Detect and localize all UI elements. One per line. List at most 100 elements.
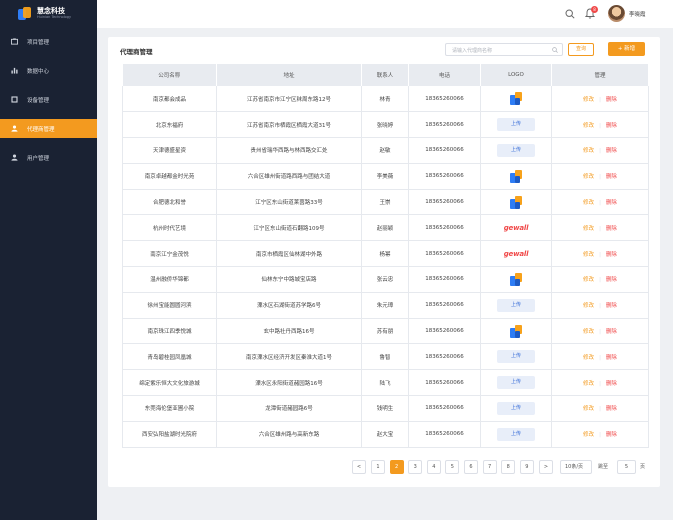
cell-logo (480, 189, 552, 216)
sidebar-item-projects[interactable]: 项目管理 (0, 32, 97, 51)
cell-actions: 修改 | 删除 (551, 369, 649, 397)
upload-logo-button[interactable]: 上传 (497, 401, 535, 415)
edit-link[interactable]: 修改 (583, 252, 594, 258)
edit-link[interactable]: 修改 (583, 381, 594, 387)
page-button-6[interactable]: 6 (464, 460, 478, 474)
cell-company: 温州融侨华锦都 (122, 266, 217, 293)
cell-company: 徐州宝能圆圆河滨 (122, 292, 217, 319)
cell-company: 南京珠江四季悦城 (122, 318, 217, 345)
delete-link[interactable]: 删除 (606, 432, 617, 438)
query-button[interactable]: 查询 (568, 43, 594, 56)
avatar[interactable] (608, 5, 625, 22)
page-button-1[interactable]: 1 (371, 460, 385, 474)
cell-address: 江苏省南京市栖霞区栖霞大道31号 (216, 111, 362, 139)
column-header-actions: 管理 (551, 64, 649, 86)
page-button-3[interactable]: 3 (408, 460, 423, 474)
upload-logo-button[interactable]: 上传 (497, 143, 535, 157)
cell-phone: 18365260066 (408, 137, 481, 164)
sidebar-item-users[interactable]: 用户管理 (0, 148, 97, 167)
edit-link[interactable]: 修改 (583, 355, 594, 361)
edit-link[interactable]: 修改 (583, 277, 594, 283)
cell-contact: 钱明生 (361, 395, 409, 422)
cell-contact: 王崇 (361, 189, 409, 216)
delete-link[interactable]: 删除 (606, 277, 617, 283)
search-icon[interactable] (565, 9, 575, 19)
app-logo[interactable]: 慧念科技 Huinian Technology (0, 0, 97, 28)
sidebar: 慧念科技 Huinian Technology 项目管理 数据中心 设备管理 代… (0, 0, 97, 520)
edit-link[interactable]: 修改 (583, 200, 594, 206)
cell-phone: 18365260066 (408, 163, 481, 190)
delete-link[interactable]: 删除 (606, 123, 617, 129)
page-button-8[interactable]: 8 (501, 460, 516, 474)
upload-logo-button[interactable]: 上传 (497, 376, 535, 390)
search-placeholder: 请输入代理商名称 (452, 48, 493, 54)
company-logo-image: gewall (503, 249, 529, 258)
edit-link[interactable]: 修改 (583, 329, 594, 335)
edit-link[interactable]: 修改 (583, 148, 594, 154)
edit-link[interactable]: 修改 (583, 303, 594, 309)
sidebar-item-devices[interactable]: 设备管理 (0, 90, 97, 109)
page-button-4[interactable]: 4 (426, 460, 441, 474)
app-subtitle: Huinian Technology (37, 15, 72, 20)
jump-input[interactable]: 5 (617, 460, 636, 474)
cell-contact: 杨幂 (361, 240, 409, 268)
cell-actions: 修改 | 删除 (551, 137, 649, 164)
upload-logo-button[interactable]: 上传 (497, 298, 535, 312)
cell-address: 六合区雄州路与高新东路 (216, 421, 362, 448)
edit-link[interactable]: 修改 (583, 123, 594, 129)
delete-link[interactable]: 删除 (606, 97, 617, 103)
column-header-contact: 联系人 (361, 64, 409, 86)
page-button-9[interactable]: 9 (519, 460, 534, 474)
cell-phone: 18365260066 (408, 189, 481, 216)
delete-link[interactable]: 删除 (606, 148, 617, 154)
next-page-button[interactable]: > (539, 460, 553, 474)
delete-link[interactable]: 删除 (606, 329, 617, 335)
cell-phone: 18365260066 (408, 318, 481, 345)
cell-actions: 修改 | 删除 (551, 318, 649, 345)
delete-link[interactable]: 删除 (606, 252, 617, 258)
delete-link[interactable]: 删除 (606, 200, 617, 206)
page-button-5[interactable]: 5 (445, 460, 460, 474)
cell-address: 龙潭街道赭园路6号 (216, 395, 362, 422)
delete-link[interactable]: 删除 (606, 381, 617, 387)
notification-badge: 8 (591, 6, 598, 13)
edit-link[interactable]: 修改 (583, 174, 594, 180)
pagination: < 10条/页 跳至 5 页 1 2 3 4 5 6 7 8 9 > (108, 460, 660, 474)
upload-logo-button[interactable]: 上传 (497, 427, 535, 441)
edit-link[interactable]: 修改 (583, 97, 594, 103)
add-agent-button[interactable]: + 新增 (608, 42, 645, 56)
cell-logo: gewall (480, 214, 552, 242)
delete-link[interactable]: 删除 (606, 174, 617, 180)
upload-logo-button[interactable]: 上传 (497, 350, 535, 364)
delete-link[interactable]: 删除 (606, 226, 617, 232)
company-logo-icon (509, 169, 523, 183)
page-title: 代理商管理 (120, 48, 153, 56)
sidebar-item-data-center[interactable]: 数据中心 (0, 61, 97, 80)
edit-link[interactable]: 修改 (583, 406, 594, 412)
edit-link[interactable]: 修改 (583, 432, 594, 438)
cell-phone: 18365260066 (408, 86, 481, 113)
edit-link[interactable]: 修改 (583, 226, 594, 232)
cell-contact: 赵丽颖 (361, 214, 409, 242)
page-size-select[interactable]: 10条/页 (560, 460, 592, 474)
prev-page-button[interactable]: < (352, 460, 366, 474)
sidebar-item-agents[interactable]: 代理商管理 (0, 119, 97, 138)
company-logo-icon (509, 272, 523, 286)
delete-link[interactable]: 删除 (606, 303, 617, 309)
cell-address: 玄中路社丹西路16号 (216, 318, 362, 345)
cell-contact: 朱元璋 (361, 292, 409, 319)
cell-address: 南京市栖霞区仙林湖中外路 (216, 240, 362, 268)
cell-address: 江宁区东山街道石翻路109号 (216, 214, 362, 242)
delete-link[interactable]: 删除 (606, 355, 617, 361)
cell-contact: 鲁智 (361, 343, 409, 371)
notification-bell[interactable]: 8 (584, 6, 598, 19)
upload-logo-button[interactable]: 上传 (497, 118, 535, 132)
page-button-2[interactable]: 2 (389, 460, 404, 474)
user-icon (11, 154, 18, 161)
page-button-7[interactable]: 7 (482, 460, 497, 474)
cell-actions: 修改 | 删除 (551, 214, 649, 242)
search-input[interactable]: 请输入代理商名称 (445, 43, 563, 56)
username[interactable]: 李晓霞 (629, 10, 646, 18)
delete-link[interactable]: 删除 (606, 406, 617, 412)
cell-contact: 张云忠 (361, 266, 409, 293)
